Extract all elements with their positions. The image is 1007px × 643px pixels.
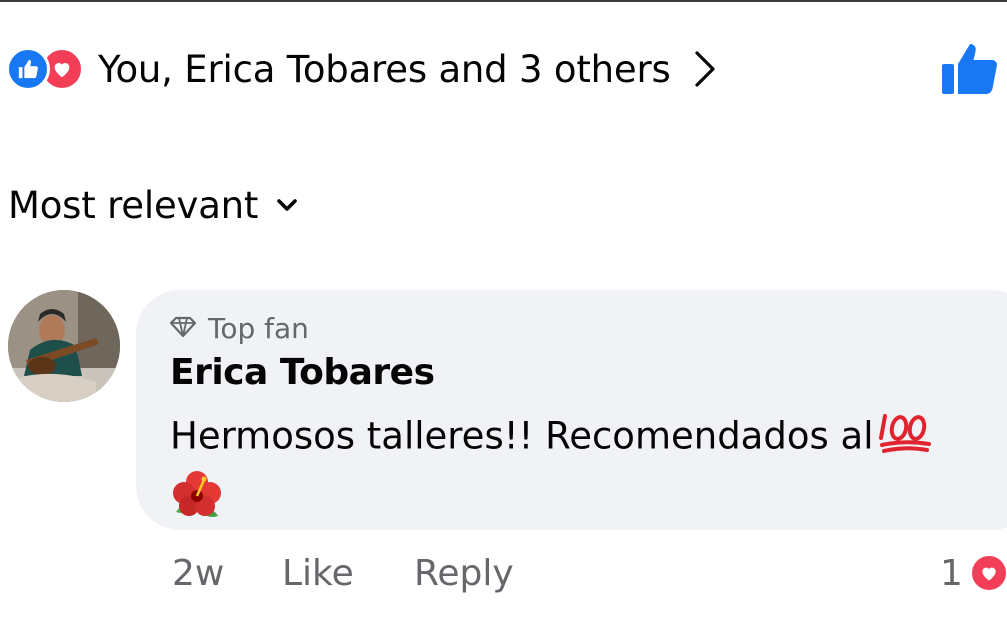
comment-reactions[interactable]: 1	[940, 548, 1007, 598]
diamond-icon	[168, 316, 198, 342]
comment-like-button[interactable]: Like	[282, 553, 414, 594]
comment-bubble[interactable]: Top fan Erica Tobares Hermosos talleres!…	[136, 290, 1007, 530]
chevron-down-icon	[276, 198, 298, 212]
hibiscus-emoji-icon	[170, 468, 224, 536]
top-divider	[0, 0, 1007, 2]
sort-dropdown[interactable]: Most relevant	[8, 180, 298, 230]
like-button-icon[interactable]	[938, 38, 1000, 100]
hundred-points-emoji-icon	[879, 408, 932, 468]
comment-reaction-count: 1	[940, 552, 963, 594]
badge-label: Top fan	[208, 312, 309, 345]
love-reaction-icon	[968, 553, 1007, 593]
top-fan-badge: Top fan	[168, 312, 309, 345]
comment-author[interactable]: Erica Tobares	[170, 352, 435, 393]
reactions-summary[interactable]: You, Erica Tobares and 3 others	[6, 40, 717, 98]
comment-timestamp[interactable]: 2w	[172, 553, 282, 594]
sort-label: Most relevant	[8, 183, 259, 227]
comment-reply-button[interactable]: Reply	[414, 553, 514, 594]
avatar[interactable]	[8, 290, 120, 402]
comment-text: Hermosos talleres!! Recomendados al	[170, 414, 874, 458]
like-reaction-icon	[6, 47, 50, 91]
reactions-summary-text: You, Erica Tobares and 3 others	[98, 47, 671, 91]
comment-body: Hermosos talleres!! Recomendados al	[170, 408, 1000, 536]
comment-actions: 2w Like Reply	[172, 548, 514, 598]
chevron-right-icon	[693, 49, 717, 89]
